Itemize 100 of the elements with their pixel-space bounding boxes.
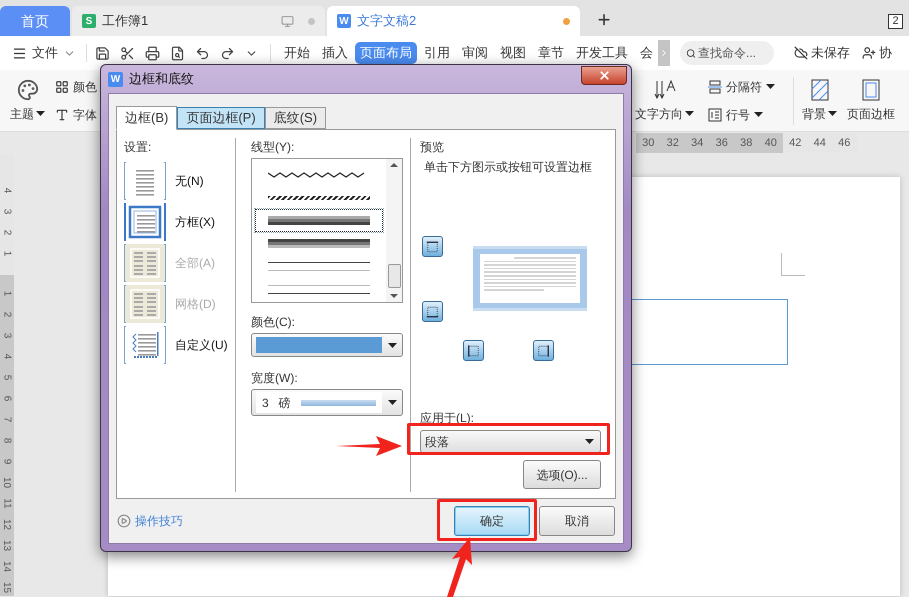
scroll-down-icon[interactable] (390, 294, 398, 298)
ruler-number: 4 (0, 188, 14, 194)
tips-link[interactable]: 操作技巧 (117, 512, 183, 530)
file-menu[interactable]: 文件 (12, 43, 76, 63)
app-logo: W (108, 72, 123, 86)
ruler-number: 9 (0, 458, 14, 464)
color-label: 颜色(C): (251, 314, 296, 331)
all-border-icon (126, 244, 164, 282)
ribbon-tab[interactable]: 视图 (495, 42, 531, 64)
width-dropdown[interactable]: 3 磅 (251, 389, 403, 416)
apply-to-dropdown[interactable]: 段落 (420, 430, 601, 453)
caret-icon (754, 112, 763, 117)
box-border-icon (126, 203, 164, 241)
ruler-number: 3 (0, 332, 14, 338)
dialog-tab[interactable]: 页面边框(P) (177, 107, 265, 129)
document-tab[interactable]: S 工作簿1 (72, 6, 325, 36)
ribbon-tab[interactable]: 会 (635, 42, 658, 64)
document-tab[interactable]: W 文字文稿2 (327, 6, 580, 36)
close-icon (598, 69, 610, 82)
scrollbar[interactable] (386, 159, 402, 302)
menu-icon (12, 46, 27, 60)
ruler-number: 46 (837, 136, 852, 151)
collaborate-button[interactable]: 协 (862, 43, 892, 63)
options-button[interactable]: 选项(O)... (523, 460, 601, 489)
new-tab-button[interactable]: + (592, 8, 616, 32)
close-button[interactable] (581, 66, 627, 85)
ribbon-tab[interactable]: 开始 (279, 42, 315, 64)
ruler-number: 34 (690, 136, 704, 151)
top-border-button[interactable] (422, 236, 443, 257)
theme-button[interactable]: 主题 (10, 78, 45, 122)
ribbon-tab[interactable]: 章节 (533, 42, 569, 64)
scissors-icon[interactable] (120, 46, 135, 60)
line-numbers-icon (708, 108, 722, 122)
background-button[interactable]: 背景 (802, 78, 837, 122)
ruler-number: 5 (0, 374, 14, 380)
ruler-number: 2 (0, 312, 14, 318)
line-style-label: 线型(Y): (251, 139, 296, 156)
ok-button[interactable]: 确定 (454, 506, 530, 536)
ruler-number: 3 (0, 208, 14, 214)
ribbon-tab[interactable]: 插入 (317, 42, 353, 64)
ruler-number: 6 (0, 396, 14, 402)
width-value: 3 (262, 394, 269, 412)
color-dropdown[interactable] (251, 333, 403, 357)
scrollbar-thumb[interactable] (388, 264, 400, 288)
ruler-number: 40 (764, 136, 778, 151)
right-border-button[interactable] (533, 340, 554, 361)
ruler-number: 42 (788, 136, 802, 151)
window-count[interactable]: 2 (888, 14, 903, 29)
width-label: 宽度(W): (251, 370, 299, 387)
double-line-icon (268, 239, 370, 248)
save-status[interactable]: 未保存 (794, 43, 850, 63)
ruler-number: 8 (0, 438, 14, 444)
bottom-border-button[interactable] (422, 301, 443, 322)
ruler-number: 44 (812, 136, 827, 151)
fonts-button[interactable]: 字体 (55, 106, 97, 124)
ruler-number: 10 (0, 476, 14, 488)
border-setting-option[interactable]: 方框(X) (124, 203, 228, 241)
save-icon[interactable] (95, 46, 110, 60)
search-field[interactable]: 查找命令... (680, 41, 774, 65)
printer-icon[interactable] (145, 46, 160, 60)
ruler-number: 12 (0, 518, 14, 530)
print-preview-icon[interactable] (170, 46, 185, 60)
breaks-button[interactable]: 分隔符 (708, 78, 775, 96)
ruler-number: 1 (0, 290, 14, 296)
tab-label: 工作簿1 (102, 12, 148, 30)
colors-button[interactable]: 颜色 (55, 78, 97, 96)
search-input[interactable]: 查找命令... (698, 44, 768, 62)
play-icon (117, 514, 131, 528)
ribbon-tab[interactable]: 审阅 (457, 42, 493, 64)
redo-icon[interactable] (220, 46, 235, 60)
line-style-list[interactable] (251, 158, 403, 303)
text-direction-button[interactable]: 文字方向 (635, 78, 694, 122)
dialog-title: 边框和底纹 (129, 70, 194, 88)
caret-icon (388, 342, 396, 348)
line-style-option[interactable] (255, 209, 383, 232)
line-numbers-button[interactable]: 行号 (708, 106, 775, 124)
ribbon-tab[interactable]: 引用 (419, 42, 455, 64)
cancel-button[interactable]: 取消 (539, 506, 615, 536)
app-logo: W (337, 14, 351, 28)
ruler-number: 2 (0, 230, 14, 236)
ruler-number: 7 (0, 416, 14, 422)
margin-corner-mark (781, 253, 805, 276)
font-icon (55, 108, 69, 122)
preview-label: 预览 (420, 139, 445, 156)
dialog-tab[interactable]: 边框(B) (116, 106, 178, 130)
left-border-button[interactable] (463, 340, 484, 361)
tab-label: 文字文稿2 (357, 12, 416, 30)
double-line-icon (268, 216, 370, 225)
border-setting-option[interactable]: 无(N) (124, 162, 228, 200)
page-border-icon (862, 78, 880, 100)
border-setting-option[interactable]: 自定义(U) (124, 326, 228, 364)
scroll-up-icon[interactable] (390, 163, 398, 167)
ribbon-tab[interactable]: 开发工具 (571, 42, 633, 64)
grid-border-icon (126, 285, 164, 323)
monitor-icon (281, 14, 294, 28)
undo-icon[interactable] (195, 46, 210, 60)
page-hatched-icon (810, 78, 828, 100)
ruler-number: 30 (641, 136, 656, 151)
page-border-button[interactable]: 页面边框 (847, 78, 895, 122)
dialog-tab[interactable]: 底纹(S) (264, 107, 326, 129)
